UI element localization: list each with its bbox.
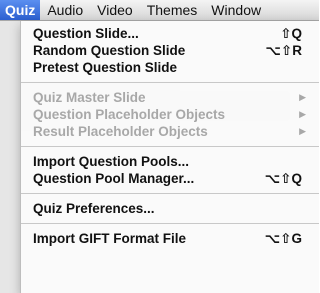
menu-item-quiz-master-slide: Quiz Master Slide ▶ (21, 89, 319, 106)
menu-item-label: Random Question Slide (33, 43, 186, 58)
menu-window[interactable]: Window (204, 0, 268, 20)
menu-separator (21, 223, 319, 224)
menu-item-label: Quiz Master Slide (33, 90, 146, 105)
menu-item-label: Pretest Question Slide (33, 60, 178, 75)
shortcut-label: ⇧Q (280, 26, 302, 41)
menu-item-label: Quiz Preferences... (33, 201, 155, 216)
menu-item-label: Question Placeholder Objects (33, 107, 226, 122)
shortcut-label: ⌥⇧G (264, 231, 302, 246)
submenu-arrow-icon: ▶ (299, 109, 306, 119)
menu-item-label: Result Placeholder Objects (33, 124, 208, 139)
menu-separator (21, 82, 319, 83)
menu-item-result-placeholder-objects: Result Placeholder Objects ▶ (21, 123, 319, 140)
menu-item-label: Question Pool Manager... (33, 171, 195, 186)
submenu-arrow-icon: ▶ (299, 126, 306, 136)
menu-item-label: Import Question Pools... (33, 154, 190, 169)
shortcut-label: ⌥⇧Q (264, 171, 302, 186)
menu-item-import-gift-format-file[interactable]: Import GIFT Format File ⌥⇧G (21, 230, 319, 247)
menu-separator (21, 193, 319, 194)
menu-themes[interactable]: Themes (140, 0, 205, 20)
submenu-arrow-icon: ▶ (299, 92, 306, 102)
shortcut-label: ⌥⇧R (265, 43, 302, 58)
menu-item-pretest-question-slide[interactable]: Pretest Question Slide (21, 59, 319, 76)
menu-item-question-placeholder-objects: Question Placeholder Objects ▶ (21, 106, 319, 123)
quiz-menu-dropdown: Question Slide... ⇧Q Random Question Sli… (20, 21, 319, 293)
menu-item-quiz-preferences[interactable]: Quiz Preferences... (21, 200, 319, 217)
menu-quiz[interactable]: Quiz (0, 0, 41, 20)
menu-item-label: Question Slide... (33, 26, 139, 41)
menu-item-random-question-slide[interactable]: Random Question Slide ⌥⇧R (21, 42, 319, 59)
screen: Quiz Audio Video Themes Window Question … (0, 0, 319, 293)
menu-item-question-slide[interactable]: Question Slide... ⇧Q (21, 25, 319, 42)
menu-item-label: Import GIFT Format File (33, 231, 187, 246)
menu-separator (21, 146, 319, 147)
menu-audio[interactable]: Audio (40, 0, 90, 20)
menu-item-import-question-pools[interactable]: Import Question Pools... (21, 153, 319, 170)
menu-video[interactable]: Video (90, 0, 140, 20)
menu-item-question-pool-manager[interactable]: Question Pool Manager... ⌥⇧Q (21, 170, 319, 187)
menu-bar: Quiz Audio Video Themes Window (0, 0, 319, 21)
